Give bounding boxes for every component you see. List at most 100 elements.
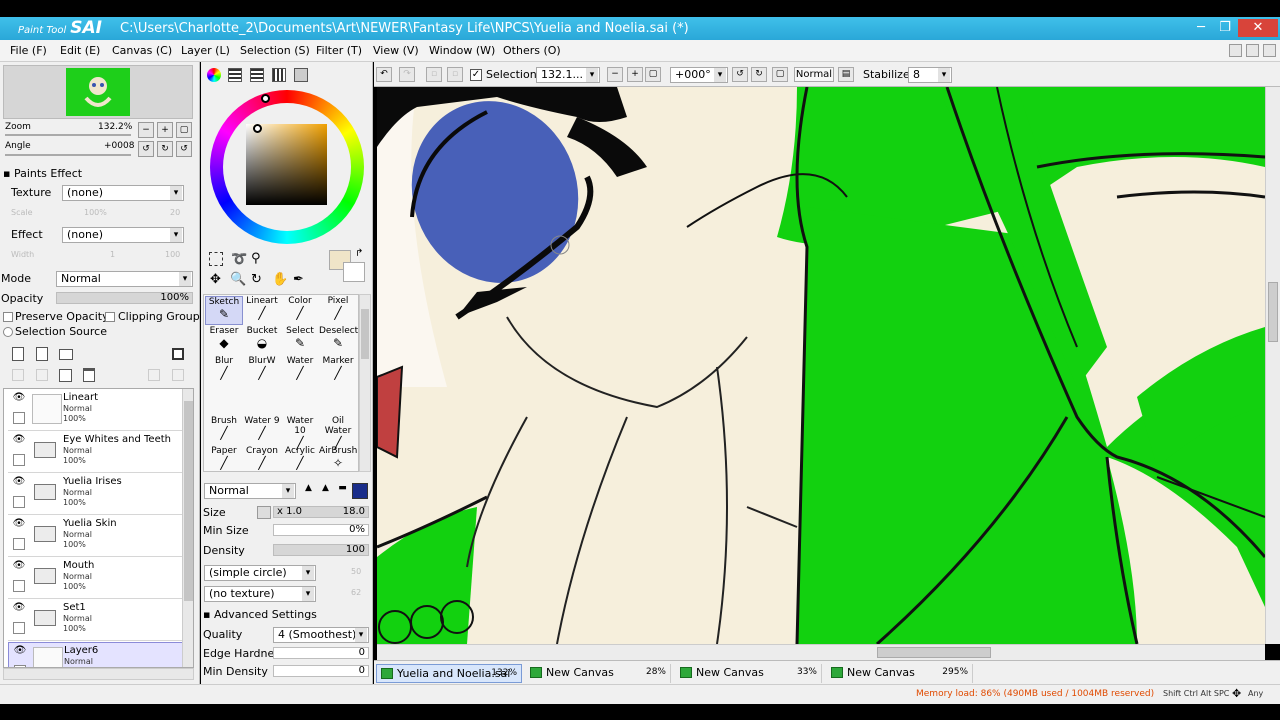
tool-bucket[interactable]: Bucket ◒: [243, 326, 281, 355]
canvas-tab-active[interactable]: Yuelia and Noelia.sai 132%: [376, 664, 522, 683]
eye-icon[interactable]: 👁: [11, 560, 27, 574]
magic-wand-icon[interactable]: ⚲: [251, 251, 261, 266]
scrollbar-thumb[interactable]: [877, 647, 991, 658]
tool-blurw[interactable]: BlurW ╱: [243, 356, 281, 385]
color-wheel-mode-icon[interactable]: [207, 68, 221, 82]
round-edge-icon[interactable]: ▲: [301, 483, 316, 499]
zoom-in-icon[interactable]: +: [157, 122, 173, 138]
scrollbar-thumb[interactable]: [184, 401, 193, 601]
canvas-tab[interactable]: New Canvas 28%: [526, 664, 671, 683]
apply-mask-icon[interactable]: [172, 369, 184, 381]
menu-filter[interactable]: Filter (T): [316, 44, 362, 57]
layer-opacity-slider[interactable]: 100%: [56, 292, 193, 304]
transfer-down-icon[interactable]: [12, 369, 24, 381]
angle-select[interactable]: +000°: [670, 67, 728, 83]
layer-select-checkbox[interactable]: [13, 412, 25, 424]
tool-crayon[interactable]: Crayon ╱: [243, 446, 281, 475]
layer-row[interactable]: 👁 Eye Whites and Teeth Normal 100%: [8, 432, 184, 473]
hue-picker-handle[interactable]: [261, 94, 270, 103]
eye-icon[interactable]: 👁: [11, 392, 27, 406]
clipping-group-checkbox[interactable]: [105, 312, 115, 322]
layer-mask-icon[interactable]: [148, 369, 160, 381]
layer-list-hscrollbar[interactable]: [3, 668, 194, 680]
brush-shape-select[interactable]: (simple circle): [204, 565, 316, 581]
selection-source-checkbox[interactable]: [3, 327, 13, 337]
layer-list-scrollbar[interactable]: [182, 389, 193, 667]
zoom-fit-button[interactable]: ▢: [645, 67, 661, 82]
size-slider[interactable]: x 1.0 18.0: [273, 506, 369, 518]
menu-window[interactable]: Window (W): [429, 44, 495, 57]
saturation-value-square[interactable]: [246, 124, 327, 205]
tool-airbrush[interactable]: AirBrush ✧: [319, 446, 357, 475]
menu-others[interactable]: Others (O): [503, 44, 561, 57]
layer-row[interactable]: 👁 Yuelia Skin Normal 100%: [8, 516, 184, 557]
tool-eraser[interactable]: Eraser ◆: [205, 326, 243, 355]
layer-settings-icon[interactable]: [172, 348, 184, 360]
tool-water[interactable]: Water ╱: [281, 356, 319, 385]
layer-select-checkbox[interactable]: [13, 622, 25, 634]
rotate-reset-icon[interactable]: ↺: [176, 141, 192, 157]
eye-icon[interactable]: 👁: [11, 476, 27, 490]
tool-brush[interactable]: Brush ╱: [205, 416, 243, 445]
undo-icon[interactable]: ↶: [376, 67, 392, 82]
layer-select-checkbox[interactable]: [13, 580, 25, 592]
rotate-ccw-button[interactable]: ↺: [732, 67, 748, 82]
layer-row[interactable]: 👁 Yuelia Irises Normal 100%: [8, 474, 184, 515]
canvas-hscrollbar[interactable]: [377, 644, 1265, 660]
deselect-icon[interactable]: ▫: [426, 67, 442, 82]
navigator-preview[interactable]: [3, 65, 193, 119]
tool-color[interactable]: Color ╱: [281, 296, 319, 325]
canvas-tab[interactable]: New Canvas 295%: [827, 664, 973, 683]
scrollbar-thumb[interactable]: [361, 309, 369, 359]
invert-selection-icon[interactable]: ▫: [447, 67, 463, 82]
layer-mode-select[interactable]: Normal: [56, 271, 193, 287]
merge-down-icon[interactable]: [36, 369, 48, 381]
tool-water-10[interactable]: Water 10 ╱: [281, 416, 319, 450]
brush-blend-select[interactable]: Normal: [204, 483, 296, 499]
tool-blur[interactable]: Blur ╱: [205, 356, 243, 385]
hsv-slider-mode-icon[interactable]: [250, 68, 264, 82]
layer-select-checkbox[interactable]: [13, 496, 25, 508]
tool-pixel[interactable]: Pixel ╱: [319, 296, 357, 325]
menu-file[interactable]: File (F): [10, 44, 47, 57]
medium-edge-icon[interactable]: ▲: [318, 483, 333, 499]
angle-slider[interactable]: [5, 154, 131, 156]
effect-select[interactable]: (none): [62, 227, 184, 243]
new-folder-icon[interactable]: [59, 349, 73, 360]
size-toggle-icon[interactable]: [257, 506, 271, 519]
eyedropper-icon[interactable]: ✒: [293, 272, 304, 287]
rotate-reset-button[interactable]: ▢: [772, 67, 788, 82]
texture-select[interactable]: (none): [62, 185, 184, 201]
preserve-opacity-checkbox[interactable]: [3, 312, 13, 322]
doc-restore-button[interactable]: [1246, 44, 1259, 57]
min-density-slider[interactable]: 0: [273, 665, 369, 677]
tool-select[interactable]: Select ✎: [281, 326, 319, 355]
layer-row-selected[interactable]: 👁 Layer6 Normal: [8, 642, 184, 667]
tool-grid-scrollbar[interactable]: [359, 294, 371, 472]
tool-sketch[interactable]: Sketch ✎: [205, 296, 243, 325]
tool-oil-water[interactable]: Oil Water ╱: [319, 416, 357, 450]
edge-hardness-slider[interactable]: 0: [273, 647, 369, 659]
rotate-cw-button[interactable]: ↻: [751, 67, 767, 82]
zoom-tool-icon[interactable]: 🔍: [230, 272, 246, 287]
clear-layer-icon[interactable]: [59, 369, 72, 382]
eye-icon[interactable]: 👁: [11, 434, 27, 448]
restore-button[interactable]: ❐: [1214, 19, 1236, 37]
tool-paper[interactable]: Paper ╱: [205, 446, 243, 475]
tool-acrylic[interactable]: Acrylic ╱: [281, 446, 319, 475]
delete-layer-icon[interactable]: [83, 368, 95, 382]
minimize-button[interactable]: ─: [1190, 19, 1212, 37]
zoom-in-button[interactable]: +: [627, 67, 643, 82]
scratchpad-mode-icon[interactable]: [294, 68, 308, 82]
scrollbar-thumb[interactable]: [1268, 282, 1278, 342]
canvas-tab[interactable]: New Canvas 33%: [676, 664, 822, 683]
brush-texture-select[interactable]: (no texture): [204, 586, 316, 602]
hard-edge-icon[interactable]: ▬: [335, 483, 350, 499]
stabilizer-select[interactable]: 8: [908, 67, 952, 83]
redo-icon[interactable]: ↷: [399, 67, 415, 82]
secondary-color-swatch[interactable]: [343, 262, 365, 282]
min-size-slider[interactable]: 0%: [273, 524, 369, 536]
menu-selection[interactable]: Selection (S): [240, 44, 310, 57]
menu-canvas[interactable]: Canvas (C): [112, 44, 172, 57]
tool-marker[interactable]: Marker ╱: [319, 356, 357, 385]
